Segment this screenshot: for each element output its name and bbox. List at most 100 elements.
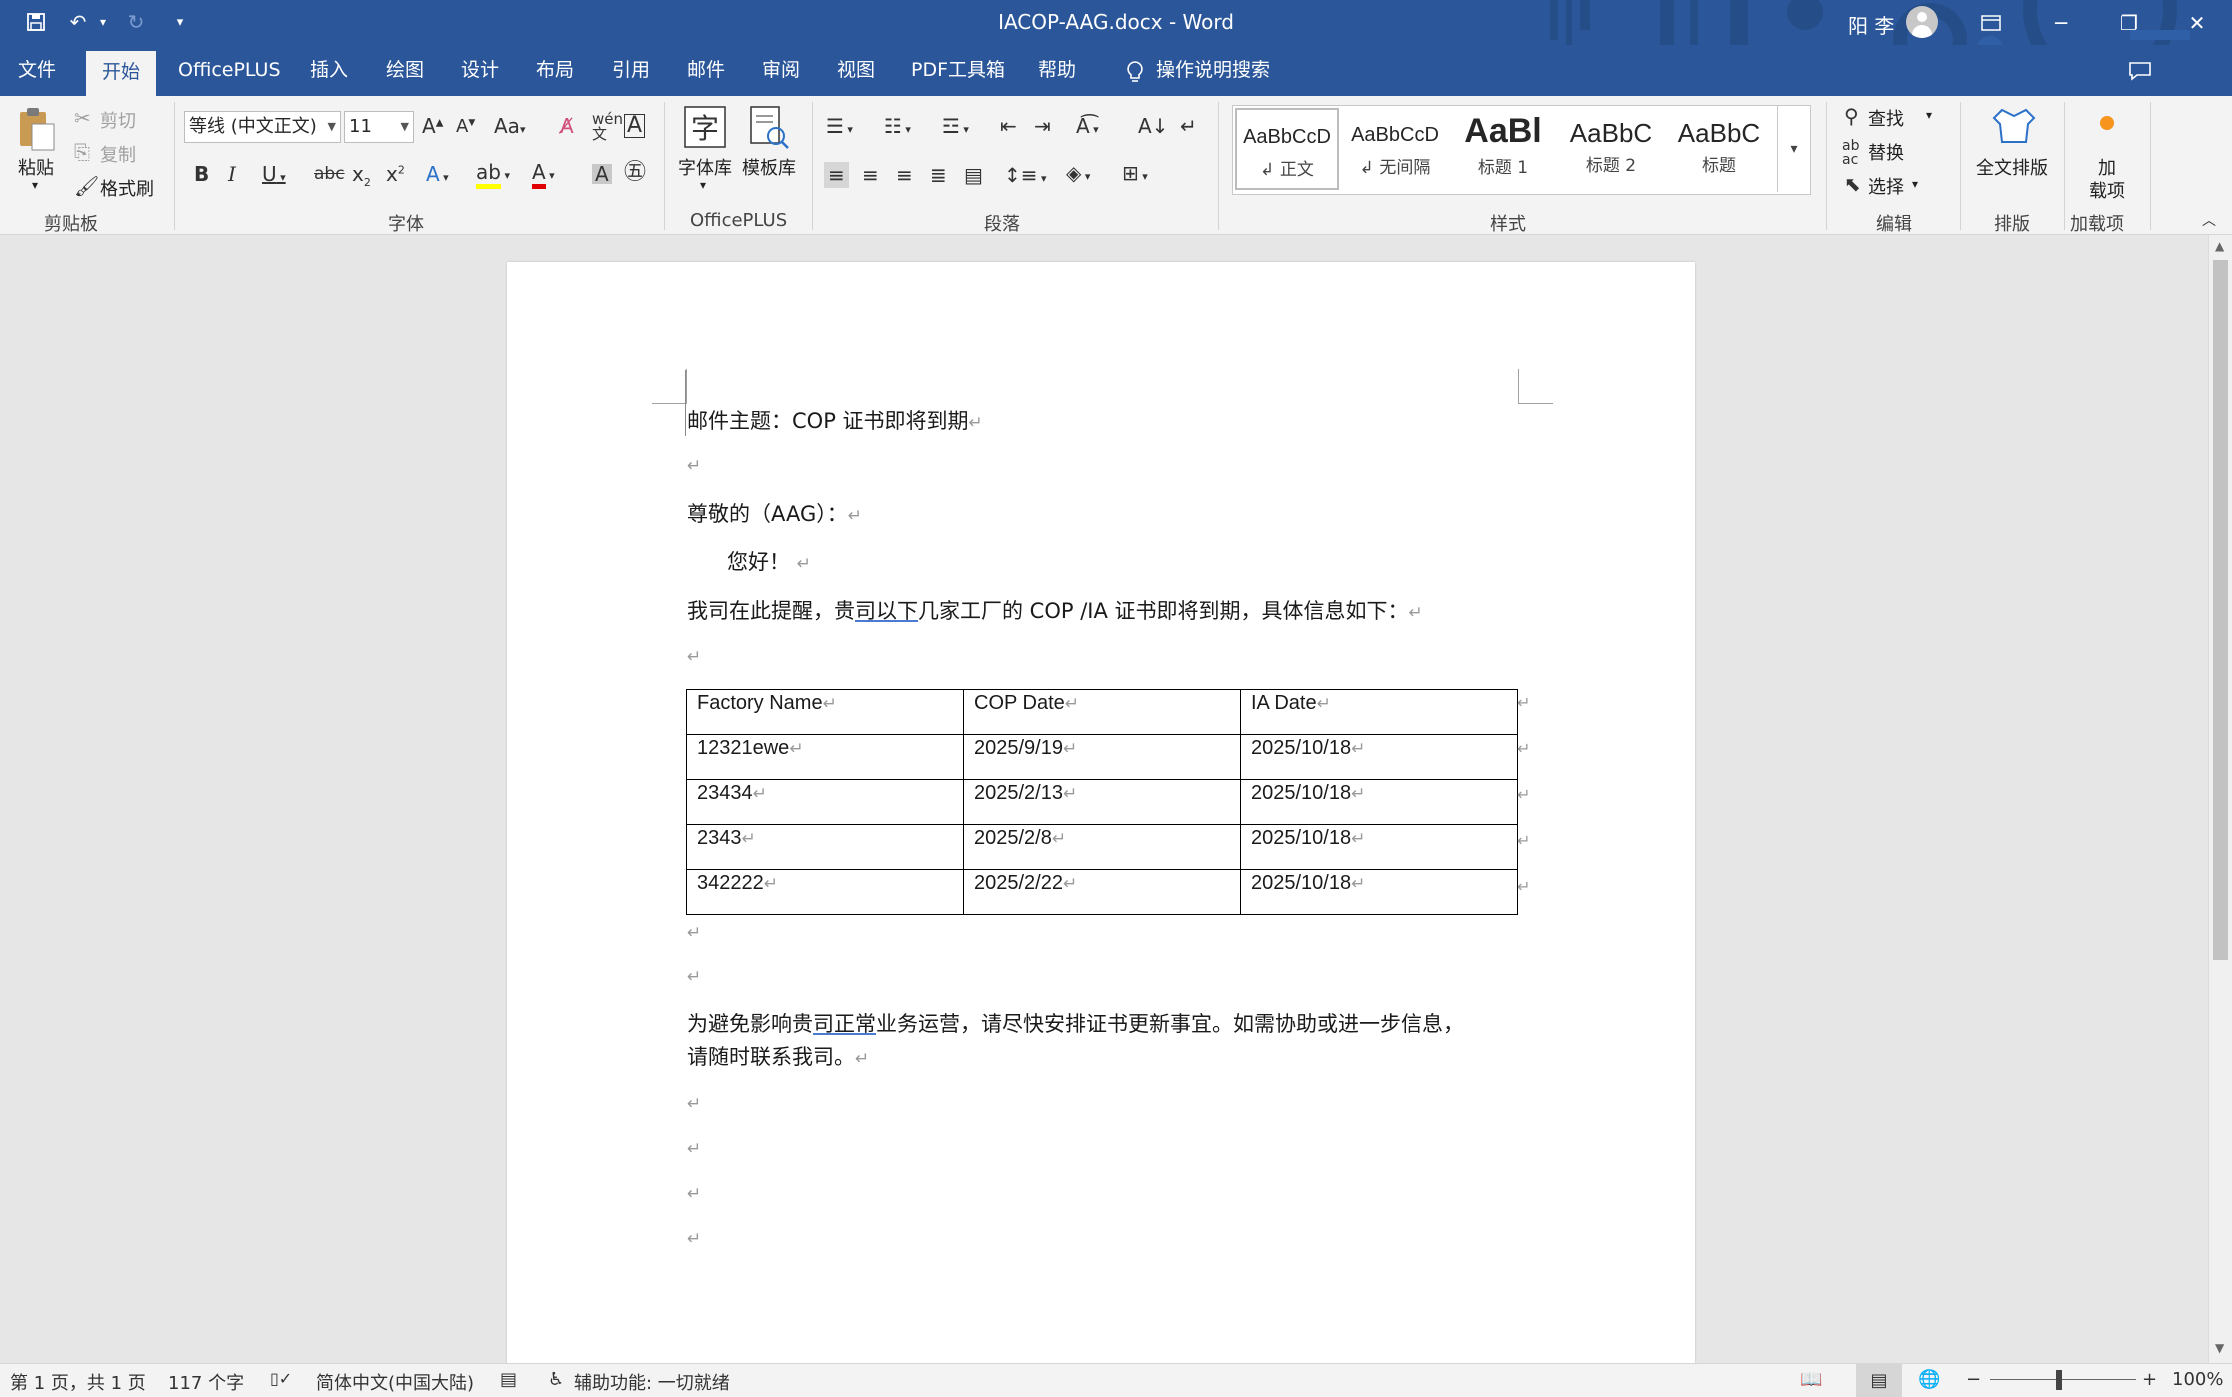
- character-border-icon[interactable]: A: [624, 114, 646, 138]
- multilevel-list-icon[interactable]: ☲ ▾: [942, 116, 969, 136]
- distributed-icon[interactable]: ▤: [964, 165, 983, 185]
- scrollbar-thumb[interactable]: [2213, 260, 2228, 960]
- doc-empty-line[interactable]: ↵: [687, 643, 701, 667]
- doc-greeting[interactable]: 尊敬的（AAG）：↵: [687, 498, 862, 528]
- font-size-combo[interactable]: 11 ▼: [344, 111, 414, 143]
- tab-review[interactable]: 审阅: [746, 45, 816, 96]
- style-heading-1[interactable]: AaBl 标题 1: [1451, 108, 1555, 190]
- tab-home[interactable]: 开始: [86, 51, 157, 96]
- copy-button[interactable]: 复制: [100, 141, 136, 167]
- language-status[interactable]: 简体中文(中国大陆): [316, 1369, 474, 1395]
- table-header-cell[interactable]: Factory Name↵: [686, 689, 964, 735]
- accessibility-icon[interactable]: ♿: [548, 1369, 564, 1390]
- table-cell[interactable]: 342222↵: [686, 869, 964, 915]
- full-layout-icon[interactable]: [1992, 106, 2036, 149]
- highlight-color-icon[interactable]: ab ▾: [476, 160, 510, 189]
- zoom-slider[interactable]: [1990, 1379, 2136, 1380]
- minimize-icon[interactable]: ─: [2028, 0, 2094, 45]
- zoom-slider-thumb[interactable]: [2056, 1370, 2062, 1390]
- select-button[interactable]: 选择: [1868, 173, 1904, 199]
- align-center-icon[interactable]: ≡: [862, 165, 879, 185]
- change-case-icon[interactable]: Aa▾: [494, 116, 525, 136]
- table-cell[interactable]: 2343↵: [686, 824, 964, 870]
- table-cell[interactable]: 12321ewe↵: [686, 734, 964, 780]
- clear-formatting-icon[interactable]: A̸: [560, 116, 574, 136]
- underline-icon[interactable]: U ▾: [262, 164, 286, 184]
- replace-button[interactable]: 替换: [1868, 139, 1904, 165]
- align-right-icon[interactable]: ≡: [896, 165, 913, 185]
- accessibility-status[interactable]: 辅助功能: 一切就绪: [574, 1369, 730, 1395]
- text-effects-icon[interactable]: A ▾: [426, 164, 449, 184]
- font-library-button[interactable]: 字体库: [678, 154, 732, 180]
- page-count[interactable]: 第 1 页，共 1 页: [10, 1369, 146, 1395]
- table-cell[interactable]: 2025/2/8↵: [963, 824, 1241, 870]
- table-cell[interactable]: 2025/2/13↵: [963, 779, 1241, 825]
- table-cell[interactable]: 2025/10/18↵: [1240, 734, 1518, 780]
- doc-empty-line[interactable]: ↵: [687, 1090, 701, 1114]
- tab-officeplus[interactable]: OfficePLUS: [162, 45, 297, 96]
- doc-empty-line[interactable]: ↵: [687, 963, 701, 987]
- justify-icon[interactable]: ≣: [930, 165, 947, 185]
- tab-design[interactable]: 设计: [445, 45, 515, 96]
- find-button[interactable]: 查找: [1868, 105, 1904, 131]
- italic-icon[interactable]: I: [228, 164, 236, 184]
- web-layout-icon[interactable]: 🌐: [1918, 1369, 1940, 1390]
- shading-icon[interactable]: ◈ ▾: [1066, 163, 1090, 183]
- paste-button[interactable]: 粘贴: [18, 154, 54, 180]
- font-color-icon[interactable]: A ▾: [532, 160, 555, 189]
- tab-mailings[interactable]: 邮件: [671, 45, 741, 96]
- character-shading-icon[interactable]: A: [592, 164, 612, 184]
- style-title[interactable]: AaBbC 标题: [1667, 108, 1771, 190]
- table-cell[interactable]: 2025/10/18↵: [1240, 779, 1518, 825]
- tab-layout[interactable]: 布局: [520, 45, 590, 96]
- zoom-out-icon[interactable]: −: [1966, 1369, 1981, 1390]
- select-dropdown-icon[interactable]: ▾: [1912, 177, 1918, 191]
- tab-view[interactable]: 视图: [821, 45, 891, 96]
- subscript-icon[interactable]: x2: [352, 164, 371, 188]
- format-painter-button[interactable]: 格式刷: [100, 175, 154, 201]
- proofing-icon[interactable]: ▯✓: [270, 1369, 292, 1388]
- style-normal[interactable]: AaBbCcD ↲ 正文: [1235, 108, 1339, 190]
- shrink-font-icon[interactable]: A▼: [456, 118, 475, 136]
- doc-empty-line[interactable]: ↵: [687, 1180, 701, 1204]
- addins-label-2[interactable]: 载项: [2089, 177, 2125, 203]
- tab-file[interactable]: 文件: [2, 45, 72, 96]
- enclose-characters-icon[interactable]: ㊄: [624, 162, 646, 184]
- macro-record-icon[interactable]: ▤: [500, 1369, 517, 1390]
- superscript-icon[interactable]: x2: [386, 164, 405, 184]
- decrease-indent-icon[interactable]: ⇤: [1000, 116, 1017, 136]
- close-icon[interactable]: ✕: [2164, 0, 2230, 45]
- font-library-dropdown-icon[interactable]: ▾: [700, 178, 706, 192]
- table-cell[interactable]: 23434↵: [686, 779, 964, 825]
- increase-indent-icon[interactable]: ⇥: [1034, 116, 1051, 136]
- addins-icon[interactable]: [2100, 116, 2114, 130]
- styles-more-icon[interactable]: ▾: [1777, 106, 1810, 192]
- bold-icon[interactable]: B: [194, 164, 209, 184]
- table-cell[interactable]: 2025/2/22↵: [963, 869, 1241, 915]
- phonetic-guide-icon[interactable]: wén 文: [592, 112, 623, 142]
- template-library-icon[interactable]: [748, 106, 790, 153]
- doc-closing-line-2[interactable]: 请随时联系我司。↵: [687, 1041, 869, 1071]
- tell-me-search[interactable]: 操作说明搜索: [1140, 45, 1286, 96]
- ribbon-display-icon[interactable]: [1958, 0, 2024, 45]
- table-header-cell[interactable]: COP Date↵: [963, 689, 1241, 735]
- borders-icon[interactable]: ⊞ ▾: [1122, 163, 1148, 183]
- scroll-up-icon[interactable]: ▲: [2215, 239, 2224, 253]
- show-marks-icon[interactable]: ↵: [1180, 116, 1197, 136]
- numbering-icon[interactable]: ☷ ▾: [884, 116, 911, 136]
- table-cell[interactable]: 2025/10/18↵: [1240, 824, 1518, 870]
- doc-closing-line-1[interactable]: 为避免影响贵司正常业务运营，请尽快安排证书更新事宜。如需协助或进一步信息，: [687, 1008, 1464, 1038]
- strikethrough-icon[interactable]: abc: [314, 166, 345, 183]
- read-mode-icon[interactable]: 📖: [1800, 1369, 1822, 1390]
- zoom-in-icon[interactable]: +: [2142, 1369, 2157, 1390]
- doc-empty-line[interactable]: ↵: [687, 919, 701, 943]
- align-left-icon[interactable]: ≡: [824, 162, 849, 188]
- user-name[interactable]: 阳 李: [1848, 10, 1894, 39]
- doc-subject[interactable]: 邮件主题：COP 证书即将到期↵: [687, 405, 983, 435]
- style-no-spacing[interactable]: AaBbCcD ↲ 无间隔: [1343, 108, 1447, 190]
- word-count[interactable]: 117 个字: [168, 1369, 244, 1395]
- line-spacing-icon[interactable]: ↕≡ ▾: [1004, 165, 1047, 185]
- doc-empty-line[interactable]: ↵: [687, 1225, 701, 1249]
- print-layout-icon[interactable]: ▤: [1856, 1364, 1902, 1397]
- restore-icon[interactable]: ❐: [2096, 0, 2162, 45]
